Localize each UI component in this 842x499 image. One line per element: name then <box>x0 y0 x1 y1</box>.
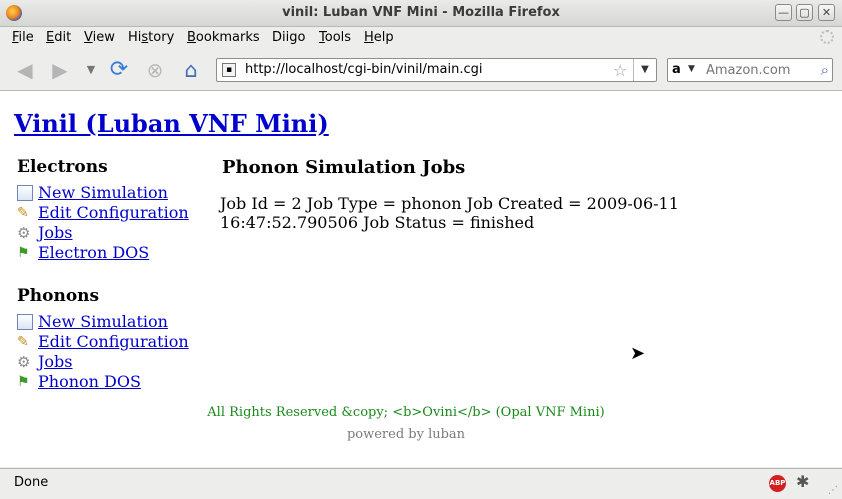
history-dropdown-icon[interactable]: ▼ <box>80 59 102 81</box>
home-icon[interactable]: ⌂ <box>180 59 202 81</box>
menu-tools-rest: ools <box>324 30 352 45</box>
nav-item-phonon-dos[interactable]: ⚑ Phonon DOS <box>17 372 217 392</box>
nav-item-phonon-edit-configuration[interactable]: ✎ Edit Configuration <box>17 332 217 352</box>
firebug-icon[interactable]: ✱ <box>796 472 809 491</box>
gear-icon: ⚙ <box>17 224 31 242</box>
menu-diigo[interactable]: Diigo <box>272 30 305 45</box>
nav-item-electron-jobs[interactable]: ⚙ Jobs <box>17 223 217 243</box>
section-heading-phonons: Phonons <box>17 286 100 306</box>
link-phonon-new-simulation[interactable]: New Simulation <box>38 312 168 331</box>
star-icon[interactable]: ☆ <box>613 61 627 80</box>
nav-item-phonon-jobs[interactable]: ⚙ Jobs <box>17 352 217 372</box>
flag-icon: ⚑ <box>17 374 30 390</box>
footer-powered-by: powered by luban <box>346 427 466 442</box>
url-bar[interactable]: ▪ http://localhost/cgi-bin/vinil/main.cg… <box>216 58 657 82</box>
menu-history-rest: tory <box>148 30 175 45</box>
link-phonon-dos[interactable]: Phonon DOS <box>38 372 141 391</box>
menu-bookmarks-accel: B <box>187 30 196 45</box>
document-icon <box>17 314 33 330</box>
section-heading-electrons: Electrons <box>17 157 108 177</box>
throbber-icon <box>820 30 834 44</box>
link-electron-dos[interactable]: Electron DOS <box>38 243 149 262</box>
document-icon <box>17 185 33 201</box>
menu-history[interactable]: History <box>128 30 174 45</box>
link-electron-edit-configuration[interactable]: Edit Configuration <box>38 203 189 222</box>
url-text[interactable]: http://localhost/cgi-bin/vinil/main.cgi <box>245 62 483 77</box>
forward-arrow-icon[interactable]: ▶ <box>49 59 71 81</box>
job-details: Job Id = 2 Job Type = phonon Job Created… <box>220 194 679 232</box>
url-dropdown-icon[interactable]: ▼ <box>633 59 656 81</box>
page-content: Vinil (Luban VNF Mini) Electrons New Sim… <box>0 91 842 467</box>
main-heading: Phonon Simulation Jobs <box>222 157 466 178</box>
menu-edit[interactable]: Edit <box>46 30 71 45</box>
status-text: Done <box>14 475 49 490</box>
nav-item-electron-new-simulation[interactable]: New Simulation <box>17 183 217 203</box>
menu-view-rest: iew <box>92 30 115 45</box>
flag-icon: ⚑ <box>17 245 30 261</box>
amazon-engine-icon[interactable]: a <box>672 62 681 77</box>
pencil-icon: ✎ <box>17 205 29 221</box>
menu-bookmarks-rest: ookmarks <box>195 30 260 45</box>
back-arrow-icon[interactable]: ◀ <box>14 59 36 81</box>
menu-view[interactable]: View <box>84 30 115 45</box>
site-title-link[interactable]: Vinil (Luban VNF Mini) <box>14 109 329 138</box>
mouse-pointer-icon: ➤ <box>630 343 646 364</box>
status-bar: Done ABP ✱ ⋰ <box>0 468 842 499</box>
gear-icon: ⚙ <box>17 353 31 371</box>
resize-grip-icon[interactable]: ⋰ <box>828 485 838 496</box>
menu-help-rest: elp <box>373 30 394 45</box>
engine-dropdown-icon[interactable]: ▼ <box>688 64 695 74</box>
menu-help[interactable]: Help <box>364 30 394 45</box>
menu-bar: File Edit View History Bookmarks Diigo T… <box>0 27 842 49</box>
menu-edit-rest: dit <box>54 30 72 45</box>
close-button[interactable]: ✕ <box>818 4 835 21</box>
magnifier-icon[interactable]: ⌕ <box>821 61 829 79</box>
link-electron-jobs[interactable]: Jobs <box>38 223 73 242</box>
search-bar[interactable]: a ▼ ⌕ <box>667 58 833 82</box>
minimize-button[interactable]: — <box>775 4 792 21</box>
menu-history-start: Hi <box>128 30 142 45</box>
menu-help-accel: H <box>364 30 374 45</box>
reload-icon[interactable]: ⟳ <box>108 59 130 81</box>
window-titlebar: vinil: Luban VNF Mini - Mozilla Firefox … <box>0 0 842 27</box>
footer-rights: All Rights Reserved &copy; <b>Ovini</b> … <box>207 405 605 420</box>
menu-file[interactable]: File <box>12 30 34 45</box>
search-input[interactable] <box>706 61 806 79</box>
menu-edit-accel: E <box>46 30 55 45</box>
nav-item-electron-edit-configuration[interactable]: ✎ Edit Configuration <box>17 203 217 223</box>
page-favicon-icon: ▪ <box>222 63 236 77</box>
stop-icon[interactable]: ⊗ <box>144 59 166 81</box>
pencil-icon: ✎ <box>17 334 29 350</box>
navigation-toolbar: ◀ ▶ ▼ ⟳ ⊗ ⌂ ▪ http://localhost/cgi-bin/v… <box>0 50 842 91</box>
nav-item-electron-dos[interactable]: ⚑ Electron DOS <box>17 243 217 263</box>
link-phonon-jobs[interactable]: Jobs <box>38 352 73 371</box>
menu-view-accel: V <box>84 30 93 45</box>
menu-file-rest: ile <box>18 30 34 45</box>
link-phonon-edit-configuration[interactable]: Edit Configuration <box>38 332 189 351</box>
adblock-icon[interactable]: ABP <box>769 475 786 492</box>
window-title: vinil: Luban VNF Mini - Mozilla Firefox <box>282 5 560 20</box>
menu-tools[interactable]: Tools <box>319 30 351 45</box>
sidebar: Electrons New Simulation ✎ Edit Configur… <box>17 157 217 392</box>
maximize-button[interactable]: ▢ <box>796 4 813 21</box>
link-electron-new-simulation[interactable]: New Simulation <box>38 183 168 202</box>
nav-item-phonon-new-simulation[interactable]: New Simulation <box>17 312 217 332</box>
menu-bookmarks[interactable]: Bookmarks <box>187 30 260 45</box>
